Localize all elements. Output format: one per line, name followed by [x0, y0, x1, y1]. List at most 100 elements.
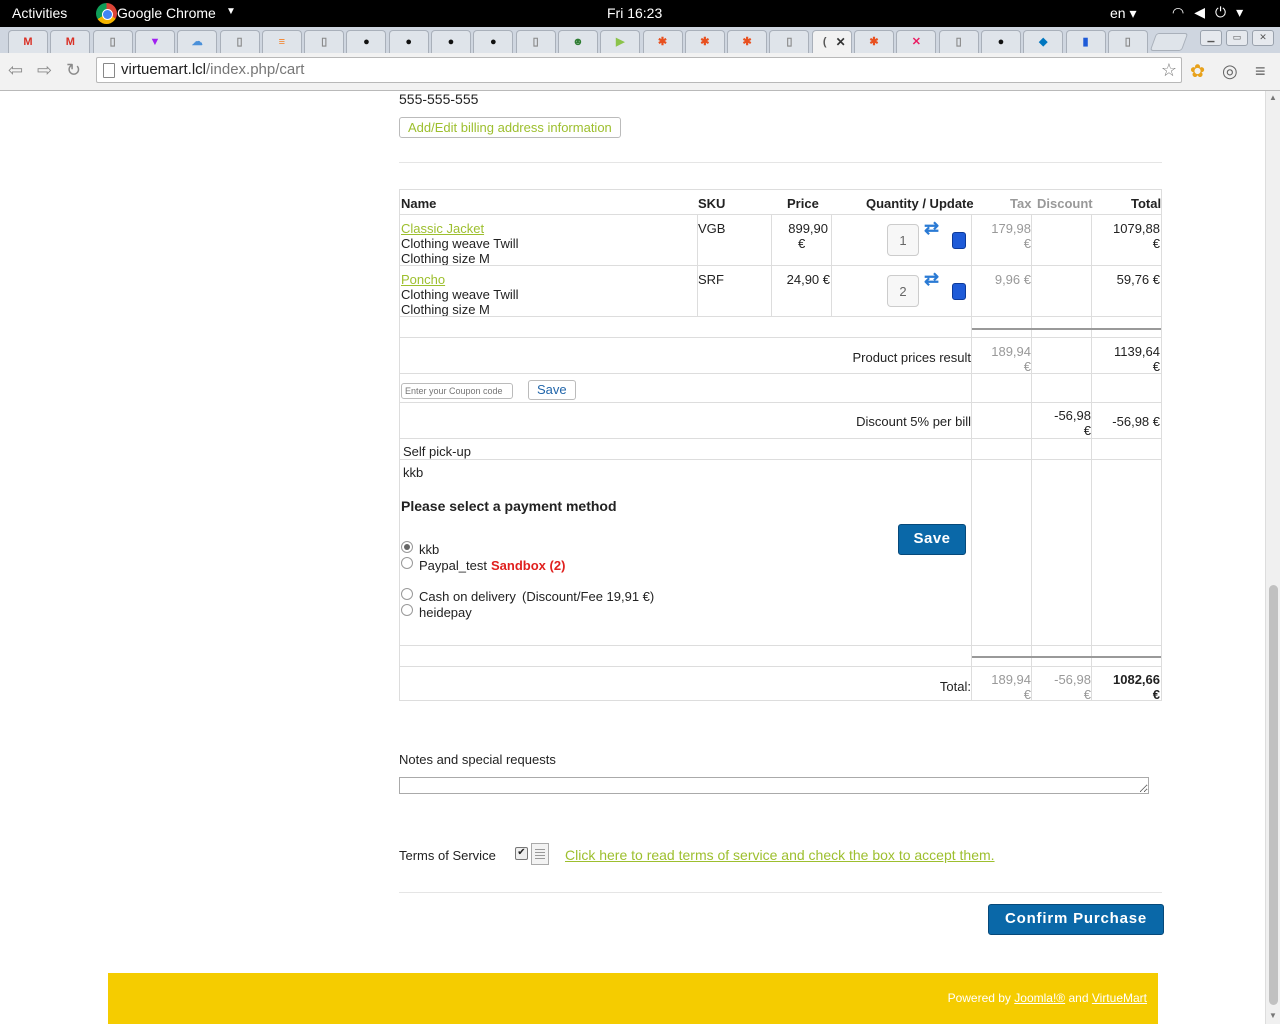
reload-button[interactable]: ↻	[66, 60, 81, 81]
browser-tab[interactable]: ☻	[557, 30, 598, 53]
payment-radio-heidepay[interactable]	[401, 604, 413, 616]
maximize-button[interactable]: ▭	[1226, 30, 1248, 46]
browser-tab[interactable]: ▮	[1065, 30, 1106, 53]
browser-tab[interactable]: ▯	[219, 30, 260, 53]
col-header-name: Name	[401, 196, 437, 211]
product-price: 24,90 €	[786, 272, 830, 287]
notes-textarea[interactable]	[399, 777, 1149, 794]
edit-billing-address-button[interactable]: Add/Edit billing address information	[399, 117, 621, 138]
col-divider	[831, 215, 832, 317]
subtotal-tax: 189,94	[991, 344, 1031, 359]
payment-method-title: Please select a payment method	[401, 498, 617, 514]
scroll-down-arrow-icon[interactable]: ▼	[1269, 1011, 1277, 1020]
browser-tab[interactable]: ●	[980, 30, 1021, 53]
tos-checkbox[interactable]: ✔	[515, 847, 528, 860]
virtuemart-link[interactable]: VirtueMart	[1092, 991, 1147, 1005]
shipment-name: Self pick-up	[403, 444, 471, 459]
menu-icon[interactable]: ≡	[1255, 61, 1266, 82]
extension-paw-icon[interactable]: ✿	[1190, 61, 1205, 82]
globe-icon[interactable]: ◎	[1222, 61, 1238, 82]
page-icon: ▯	[236, 36, 243, 48]
product-link-classic-jacket[interactable]: Classic Jacket	[401, 221, 484, 236]
browser-tab[interactable]: M	[50, 30, 91, 53]
product-sku: VGB	[698, 221, 726, 236]
browser-tab[interactable]: ▯	[304, 30, 345, 53]
browser-tab[interactable]: ✱	[642, 30, 683, 53]
tos-link[interactable]: Click here to read terms of service and …	[565, 847, 995, 863]
browser-tab[interactable]: ✱	[684, 30, 725, 53]
col-divider	[971, 215, 972, 701]
scrollbar-thumb[interactable]	[1269, 585, 1278, 1005]
col-divider	[771, 215, 772, 317]
browser-tab[interactable]: ●	[346, 30, 387, 53]
activities-button[interactable]: Activities	[12, 5, 67, 21]
confirm-purchase-button[interactable]: Confirm Purchase	[988, 904, 1164, 935]
quantity-input[interactable]: 1	[887, 224, 919, 256]
browser-tab[interactable]: ◆	[1023, 30, 1064, 53]
grand-total-tax-currency: €	[1023, 687, 1031, 702]
browser-tab[interactable]: M	[8, 30, 48, 53]
browser-tab[interactable]: ▶	[600, 30, 641, 53]
clock[interactable]: Fri 16:23	[607, 5, 662, 21]
joomla-icon: ✱	[742, 36, 752, 48]
close-tab-icon[interactable]: ✕	[836, 35, 846, 49]
update-quantity-icon[interactable]: ⇄	[924, 269, 939, 290]
payment-save-button[interactable]: Save	[898, 524, 966, 555]
browser-tab[interactable]: ▯	[515, 30, 556, 53]
browser-tab[interactable]: ▯	[1107, 30, 1148, 53]
browser-tab[interactable]: ✱	[854, 30, 894, 53]
quantity-input[interactable]: 2	[887, 275, 919, 307]
page-icon: ▯	[786, 36, 793, 48]
delete-item-icon[interactable]	[952, 232, 966, 249]
product-attribute: Clothing weave Twill	[401, 287, 519, 302]
payment-radio-kkb[interactable]	[401, 541, 413, 553]
update-quantity-icon[interactable]: ⇄	[924, 218, 939, 239]
browser-tab[interactable]: ●	[431, 30, 471, 53]
close-window-button[interactable]: ✕	[1252, 30, 1274, 46]
new-tab-button[interactable]	[1149, 33, 1189, 51]
payment-radio-cash-on-delivery[interactable]	[401, 588, 413, 600]
browser-tab[interactable]: ▯	[938, 30, 979, 53]
address-bar[interactable]: virtuemart.lcl/index.php/cart ☆	[96, 57, 1182, 83]
cloud-icon: ☁	[191, 36, 203, 48]
delete-item-icon[interactable]	[952, 283, 966, 300]
github-icon: ●	[405, 36, 413, 48]
coupon-input[interactable]	[401, 383, 513, 399]
footer-and: and	[1068, 991, 1089, 1005]
row-divider	[400, 666, 1161, 667]
browser-tab[interactable]: ▼	[134, 30, 175, 53]
language-indicator[interactable]: en ▾	[1110, 5, 1137, 22]
system-tray[interactable]: ◠◀⏻▾	[1172, 4, 1253, 21]
vertical-scrollbar[interactable]: ▲ ▼	[1265, 91, 1280, 1024]
browser-tab[interactable]: ✕	[896, 30, 937, 53]
col-header-quantity: Quantity / Update	[866, 196, 974, 211]
browser-tab[interactable]: ☁	[177, 30, 218, 53]
coupon-save-button[interactable]: Save	[528, 380, 576, 400]
document-icon[interactable]	[531, 843, 549, 865]
xmind-icon: ✕	[911, 36, 921, 48]
browser-tab[interactable]: (✕	[811, 30, 852, 53]
browser-toolbar: ⇦ ⇨ ↻ virtuemart.lcl/index.php/cart ☆ ✿ …	[0, 53, 1280, 91]
col-header-total: Total	[1131, 196, 1162, 211]
bookmark-star-icon[interactable]: ☆	[1161, 58, 1177, 82]
product-tax: 179,98	[991, 221, 1031, 236]
minimize-button[interactable]: ▁	[1200, 30, 1222, 46]
back-button[interactable]: ⇦	[8, 60, 23, 81]
browser-tab[interactable]: ≡	[261, 30, 302, 53]
browser-tab[interactable]: ▯	[92, 30, 133, 53]
browser-tab[interactable]: ●	[388, 30, 429, 53]
product-link-poncho[interactable]: Poncho	[401, 272, 445, 287]
browser-tab[interactable]: ●	[473, 30, 514, 53]
payment-selected: kkb	[403, 465, 424, 480]
divider	[399, 892, 1162, 893]
app-menu[interactable]: Google Chrome	[117, 5, 216, 21]
forward-button[interactable]: ⇨	[37, 60, 52, 81]
browser-tab[interactable]: ✱	[727, 30, 768, 53]
wifi-icon: ◠	[1172, 4, 1195, 20]
payment-radio-paypal[interactable]	[401, 557, 413, 569]
scroll-up-arrow-icon[interactable]: ▲	[1269, 93, 1277, 102]
product-price-currency: €	[798, 236, 806, 251]
tab-strip: M M ▯ ▼ ☁ ▯ ≡ ▯ ● ● ● ● ▯ ☻ ▶ ✱ ✱ ✱ ▯(✕ ✱ ✕ ▯ ● ◆ ▮ ▯ ▁ ▭ ✕	[0, 27, 1280, 54]
browser-tab[interactable]: ▯	[769, 30, 810, 53]
joomla-link[interactable]: Joomla!®	[1014, 991, 1065, 1005]
